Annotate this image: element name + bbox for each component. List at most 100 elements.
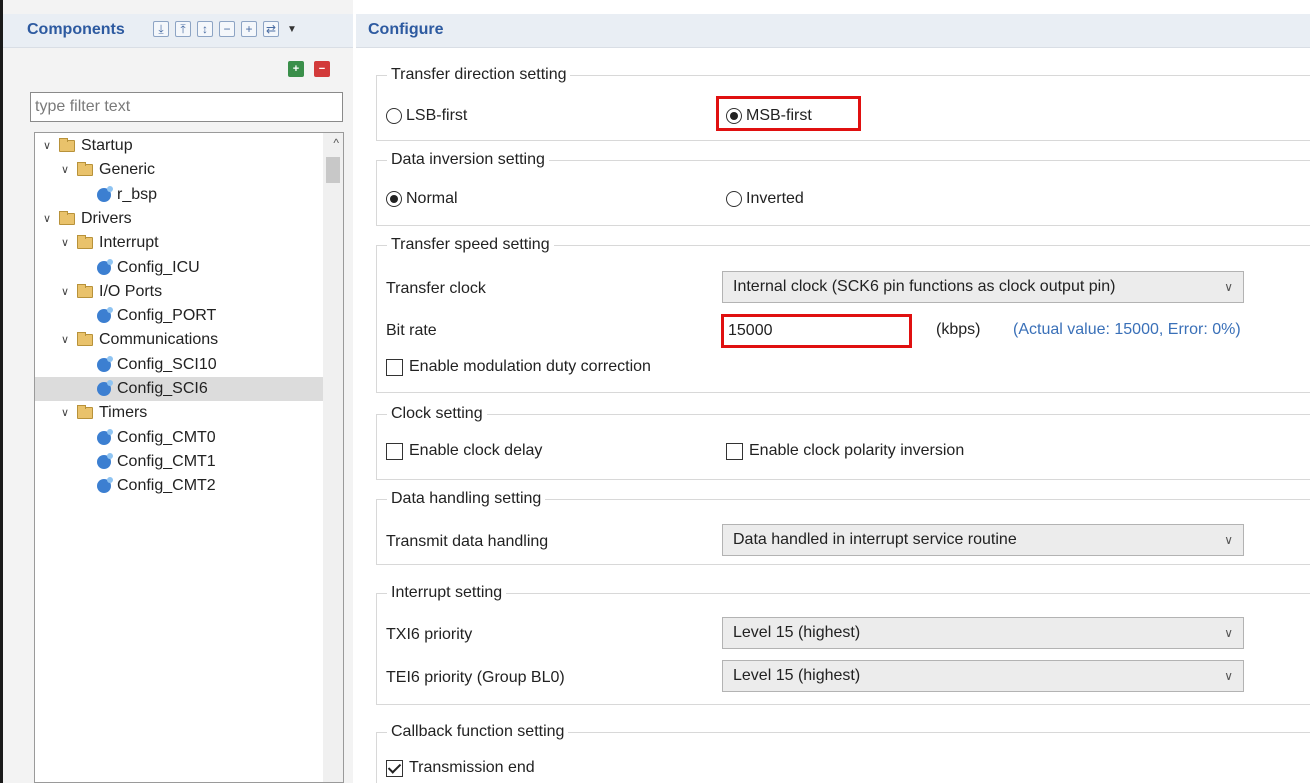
radio-label: Inverted [746,190,804,207]
expand-chevron-icon[interactable]: ∨ [59,328,71,352]
tree-item[interactable]: Config_CMT1 [35,450,324,474]
components-header: Components ⤓ ⤒ ↕ − + ⇄ ▼ [3,14,353,48]
group-title: Transfer speed setting [387,235,554,255]
checkbox-label: Transmission end [409,759,535,776]
configure-title: Configure [368,21,444,38]
chevron-down-icon: ∨ [1224,280,1233,294]
component-icon [97,258,113,275]
tei6-priority-select[interactable]: Level 15 (highest) ∨ [722,660,1244,692]
tree-item[interactable]: ∨ Communications [35,328,324,352]
checkbox-label: Enable modulation duty correction [409,358,651,375]
view-menu-icon[interactable]: ▼ [287,24,297,35]
lsb-first-radio[interactable]: LSB-first [386,106,467,126]
minus-icon[interactable]: − [219,21,235,37]
tree-item[interactable]: Config_CMT0 [35,426,324,450]
folder-icon [59,138,75,152]
plus-icon[interactable]: + [241,21,257,37]
select-value: Level 15 (highest) [733,624,861,641]
clock-delay-checkbox[interactable]: Enable clock delay [386,441,542,461]
checkbox-icon [386,358,403,376]
components-toolbar: ⤓ ⤒ ↕ − + ⇄ ▼ [153,21,297,37]
txi6-priority-select[interactable]: Level 15 (highest) ∨ [722,617,1244,649]
inverted-radio[interactable]: Inverted [726,189,804,209]
txi6-priority-label: TXI6 priority [386,626,473,643]
tree-item-label: Config_CMT0 [117,428,216,446]
transmit-data-handling-select[interactable]: Data handled in interrupt service routin… [722,524,1244,556]
component-icon [97,452,113,469]
folder-icon [77,235,93,250]
tree-item-label: r_bsp [117,185,158,203]
chevron-down-icon: ∨ [1224,669,1233,683]
scroll-up-icon[interactable]: ^ [333,136,339,150]
msb-first-radio[interactable]: MSB-first [726,106,812,126]
folder-icon [77,283,93,298]
normal-radio[interactable]: Normal [386,189,458,209]
tree-item-label: Config_CMT1 [117,452,216,470]
tree-item[interactable]: r_bsp [35,183,324,207]
component-icon [97,428,113,445]
filter-input[interactable]: type filter text [30,92,343,122]
tree-item-label: Timers [99,404,148,422]
expand-chevron-icon[interactable]: ∨ [41,207,53,231]
actual-value-text: (Actual value: 15000, Error: 0%) [1013,321,1241,338]
transmit-data-handling-label: Transmit data handling [386,533,549,550]
tree-item[interactable]: Config_SCI10 [35,353,324,377]
expand-chevron-icon[interactable]: ∨ [41,134,53,158]
tree-scrollbar[interactable]: ^ [323,133,343,782]
tree-item[interactable]: ∨ I/O Ports [35,280,324,304]
group-title: Interrupt setting [387,583,507,603]
tree-item-label: Config_SCI6 [117,380,208,397]
group-title: Data handling setting [387,489,546,509]
sort-icon[interactable]: ↕ [197,21,213,37]
expand-chevron-icon[interactable]: ∨ [59,280,71,304]
tree-item[interactable]: ∨ Startup [35,134,324,158]
bit-rate-input[interactable]: 15000 [721,314,912,348]
transfer-clock-label: Transfer clock [386,280,486,297]
add-component-icon[interactable]: + [288,61,304,77]
select-value: Level 15 (highest) [733,667,861,684]
component-icon [97,477,113,494]
checkbox-icon [726,442,743,460]
tree-item-label: Interrupt [99,234,159,252]
tree-item[interactable]: Config_PORT [35,304,324,328]
chevron-down-icon: ∨ [1224,626,1233,640]
sync-icon[interactable]: ⇄ [263,21,279,37]
radio-circle-icon [726,191,742,207]
tree-item[interactable]: Config_SCI6 [35,377,324,401]
components-title: Components [27,21,125,38]
scroll-thumb[interactable] [326,157,340,183]
folder-icon [77,332,93,347]
radio-label: LSB-first [406,107,468,124]
collapse-all-icon[interactable]: ⤓ [153,21,169,37]
select-value: Internal clock (SCK6 pin functions as cl… [733,278,1116,295]
transmission-end-checkbox[interactable]: Transmission end [386,758,535,778]
group-title: Clock setting [387,404,487,424]
remove-component-icon[interactable]: − [314,61,330,77]
expand-chevron-icon[interactable]: ∨ [59,158,71,182]
clock-polarity-checkbox[interactable]: Enable clock polarity inversion [726,441,964,461]
radio-label: Normal [406,190,458,207]
tree-item[interactable]: ∨ Timers [35,401,324,425]
chevron-down-icon: ∨ [1224,533,1233,547]
component-icon [97,307,113,324]
tree-item-label: Config_SCI10 [117,355,217,373]
tree-item-label: I/O Ports [99,282,163,300]
tree-item[interactable]: Config_ICU [35,256,324,280]
component-actions: + − [288,61,330,77]
data-inversion-group: Data inversion setting [376,150,1310,226]
checkbox-label: Enable clock polarity inversion [749,442,965,459]
expand-chevron-icon[interactable]: ∨ [59,231,71,255]
component-icon [97,355,113,372]
folder-icon [77,405,93,420]
tree-item[interactable]: ∨ Drivers [35,207,324,231]
radio-selected-icon [386,191,402,207]
modulation-duty-checkbox[interactable]: Enable modulation duty correction [386,357,651,377]
tei6-priority-label: TEI6 priority (Group BL0) [386,669,565,686]
tree-item[interactable]: ∨ Interrupt [35,231,324,255]
expand-all-icon[interactable]: ⤒ [175,21,191,37]
bit-rate-label: Bit rate [386,322,437,339]
tree-item[interactable]: ∨ Generic [35,158,324,182]
tree-item[interactable]: Config_CMT2 [35,474,324,498]
expand-chevron-icon[interactable]: ∨ [59,401,71,425]
transfer-clock-select[interactable]: Internal clock (SCK6 pin functions as cl… [722,271,1244,303]
